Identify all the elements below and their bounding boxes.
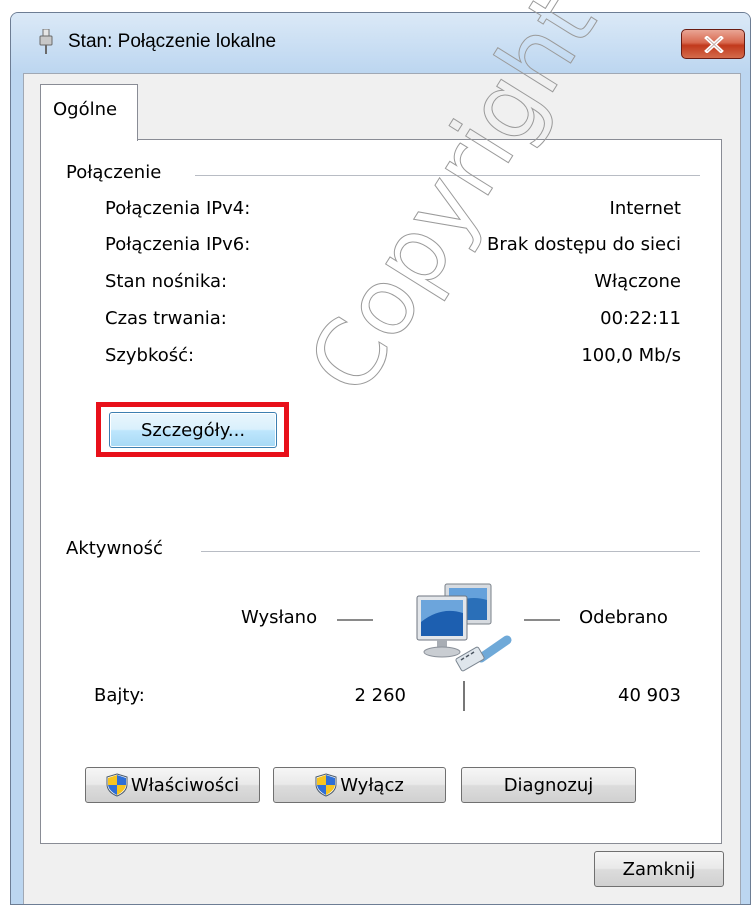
received-dash: [524, 619, 560, 621]
disable-button-label: Wyłącz: [340, 774, 404, 796]
properties-button-label: Właściwości: [130, 774, 240, 796]
network-computers-icon: [416, 583, 512, 672]
window-title: Stan: Połączenie lokalne: [68, 31, 277, 52]
received-label: Odebrano: [579, 607, 668, 628]
tab-general[interactable]: Ogólne: [40, 84, 138, 141]
ipv6-label: Połączenia IPv6:: [105, 234, 251, 255]
diagnose-button[interactable]: Diagnozuj: [461, 767, 636, 803]
bytes-sent-value: 2 260: [354, 685, 406, 706]
title-bar[interactable]: Stan: Połączenie lokalne: [11, 13, 750, 73]
duration-value: 00:22:11: [600, 308, 681, 329]
media-state-label: Stan nośnika:: [105, 271, 228, 292]
uac-shield-icon: [315, 773, 337, 797]
network-adapter-icon: [39, 29, 53, 54]
duration-label: Czas trwania:: [105, 308, 227, 329]
ipv6-value: Brak dostępu do sieci: [487, 234, 681, 255]
speed-value: 100,0 Mb/s: [581, 345, 681, 366]
bytes-received-value: 40 903: [618, 685, 681, 706]
media-state-value: Włączone: [594, 271, 681, 292]
properties-button[interactable]: Właściwości: [85, 767, 260, 803]
highlight-frame: [96, 402, 289, 457]
activity-group-title: Aktywność: [66, 538, 167, 559]
close-icon: [704, 36, 724, 53]
ipv4-label: Połączenia IPv4:: [105, 198, 251, 219]
uac-shield-icon: [106, 773, 128, 797]
status-dialog: Stan: Połączenie lokalne Ogólne Połączen…: [10, 12, 751, 905]
close-button[interactable]: Zamknij: [594, 851, 724, 887]
tab-general-label: Ogólne: [53, 99, 118, 120]
disable-button[interactable]: Wyłącz: [273, 767, 446, 803]
connection-group-divider: [195, 175, 700, 176]
ipv4-value: Internet: [609, 198, 681, 219]
tab-panel: Połączenie Połączenia IPv4: Internet Poł…: [40, 139, 722, 844]
speed-label: Szybkość:: [105, 345, 195, 366]
activity-group-divider: [201, 551, 700, 552]
sent-label: Wysłano: [241, 607, 318, 628]
bytes-divider: [463, 681, 465, 711]
bytes-label: Bajty:: [94, 685, 145, 706]
close-window-button[interactable]: [681, 29, 745, 59]
connection-group-title: Połączenie: [66, 162, 166, 183]
sent-dash: [337, 619, 373, 621]
